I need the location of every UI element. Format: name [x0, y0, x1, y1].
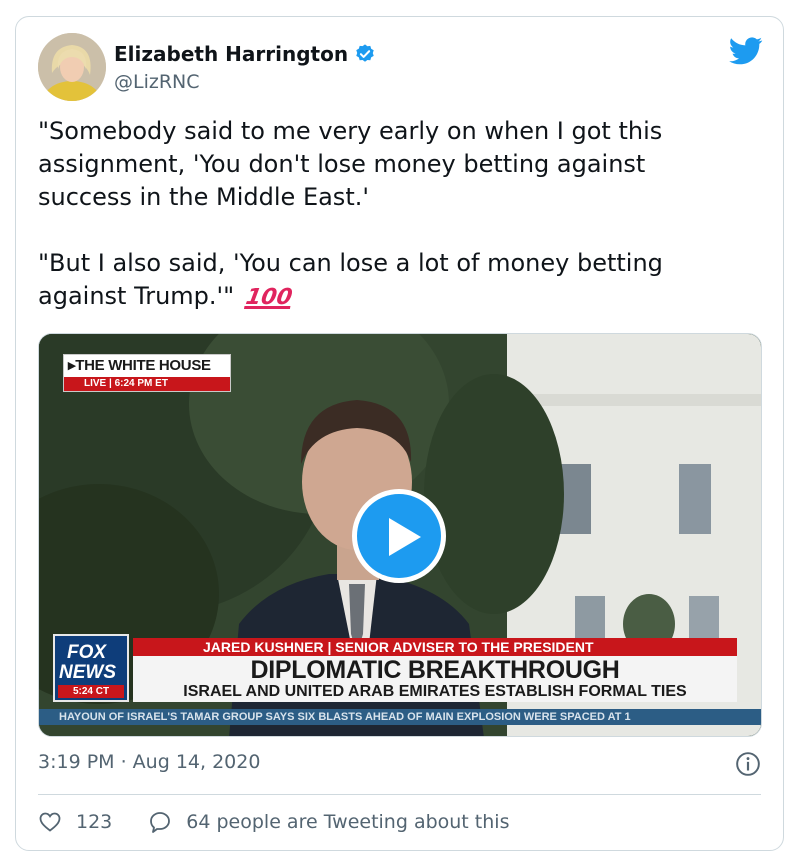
network-line1: FOX: [67, 642, 107, 663]
verified-badge-icon: [356, 44, 374, 62]
heart-icon: [39, 812, 61, 832]
video-player[interactable]: ▸THE WHITE HOUSE LIVE | 6:24 PM ET FOX N…: [38, 333, 762, 737]
like-count: 123: [76, 811, 113, 833]
news-ticker: HAYOUN OF ISRAEL'S TAMAR GROUP SAYS SIX …: [39, 709, 761, 725]
headline-box: DIPLOMATIC BREAKTHROUGH ISRAEL AND UNITE…: [133, 656, 737, 702]
divider: [38, 794, 761, 795]
location-tag-title: ▸THE WHITE HOUSE: [68, 357, 211, 374]
reply-link[interactable]: 64 people are Tweeting about this: [148, 810, 509, 834]
live-label: LIVE | 6:24 PM ET: [64, 377, 230, 391]
avatar-image: [38, 33, 106, 101]
tweet-text-line: "Somebody said to me very early on when …: [38, 117, 663, 145]
tweet-text-line: against Trump.'" 100: [38, 280, 758, 314]
tweet-text-line: success in the Middle East.': [38, 183, 369, 211]
author-handle[interactable]: @LizRNC: [114, 71, 200, 93]
tweet-text-line-end: against Trump.'": [38, 282, 235, 310]
tweet-card: Elizabeth Harrington @LizRNC "Somebody s…: [15, 16, 784, 851]
tweet-actions: 123 64 people are Tweeting about this: [38, 807, 545, 837]
reply-text: 64 people are Tweeting about this: [186, 811, 510, 833]
name-bar: JARED KUSHNER | SENIOR ADVISER TO THE PR…: [133, 638, 737, 656]
author-name-row[interactable]: Elizabeth Harrington: [114, 42, 376, 66]
news-lower-third: FOX NEWS 5:24 CT JARED KUSHNER | SENIOR …: [53, 634, 743, 704]
hundred-points-emoji: 100: [243, 285, 294, 310]
avatar[interactable]: [38, 33, 106, 101]
tweet-text: "Somebody said to me very early on when …: [38, 115, 758, 314]
twitter-bird-icon[interactable]: [729, 37, 763, 65]
news-headline: DIPLOMATIC BREAKTHROUGH: [250, 656, 620, 684]
network-line2: NEWS: [59, 662, 116, 683]
network-time: 5:24 CT: [58, 685, 124, 698]
location-tag: ▸THE WHITE HOUSE LIVE | 6:24 PM ET: [63, 354, 231, 392]
info-icon[interactable]: [735, 751, 761, 777]
fox-news-logo: FOX NEWS 5:24 CT: [53, 634, 129, 702]
play-button[interactable]: [352, 489, 446, 583]
tweet-timestamp[interactable]: 3:19 PM · Aug 14, 2020: [38, 751, 260, 773]
tweet-text-line: "But I also said, 'You can lose a lot of…: [38, 249, 663, 277]
news-subhead: ISRAEL AND UNITED ARAB EMIRATES ESTABLIS…: [183, 683, 687, 700]
speech-bubble-icon: [150, 812, 171, 833]
location-label: THE WHITE HOUSE: [75, 357, 211, 374]
tweet-text-line: assignment, 'You don't lose money bettin…: [38, 150, 646, 178]
play-icon: [389, 518, 421, 556]
author-name[interactable]: Elizabeth Harrington: [114, 42, 348, 66]
like-button[interactable]: 123: [38, 810, 112, 834]
